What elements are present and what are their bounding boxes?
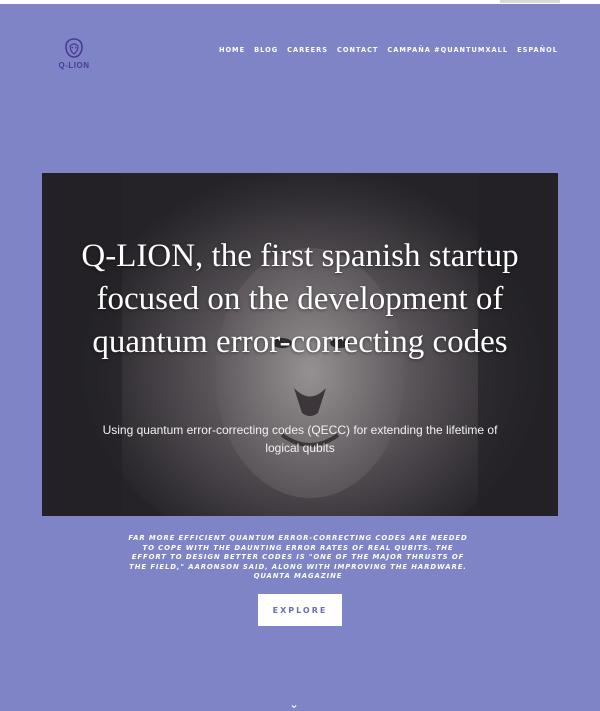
nav-item-language[interactable]: ESPAÑOL <box>517 46 558 54</box>
chevron-down-icon[interactable]: ⌄ <box>289 698 299 710</box>
explore-button[interactable]: EXPLORE <box>258 594 342 626</box>
quote-text: FAR MORE EFFICIENT QUANTUM ERROR-CORRECT… <box>128 534 468 571</box>
brand-name: Q-LION <box>58 61 90 70</box>
quote-block: FAR MORE EFFICIENT QUANTUM ERROR-CORRECT… <box>128 534 468 582</box>
top-strip <box>0 0 600 4</box>
nav-item-home[interactable]: HOME <box>219 46 245 54</box>
quote-source: QUANTA MAGAZINE <box>253 572 343 581</box>
hero-subtitle: Using quantum error-correcting codes (QE… <box>102 423 498 455</box>
hero-banner: Q-LION, the first spanish startup focuse… <box>42 173 558 516</box>
nav-item-careers[interactable]: CAREERS <box>287 46 328 54</box>
main-nav: HOME BLOG CAREERS CONTACT CAMPAÑA #QUANT… <box>219 46 558 54</box>
brand-logo[interactable]: Q-LION <box>54 38 94 74</box>
hero-title: Q-LION, the first spanish startup focuse… <box>81 238 519 360</box>
nav-item-campaign[interactable]: CAMPAÑA #QUANTUMXALL <box>387 46 508 54</box>
lion-icon <box>65 38 83 58</box>
nav-item-contact[interactable]: CONTACT <box>337 46 378 54</box>
top-strip-element <box>500 0 560 3</box>
nav-item-blog[interactable]: BLOG <box>254 46 278 54</box>
